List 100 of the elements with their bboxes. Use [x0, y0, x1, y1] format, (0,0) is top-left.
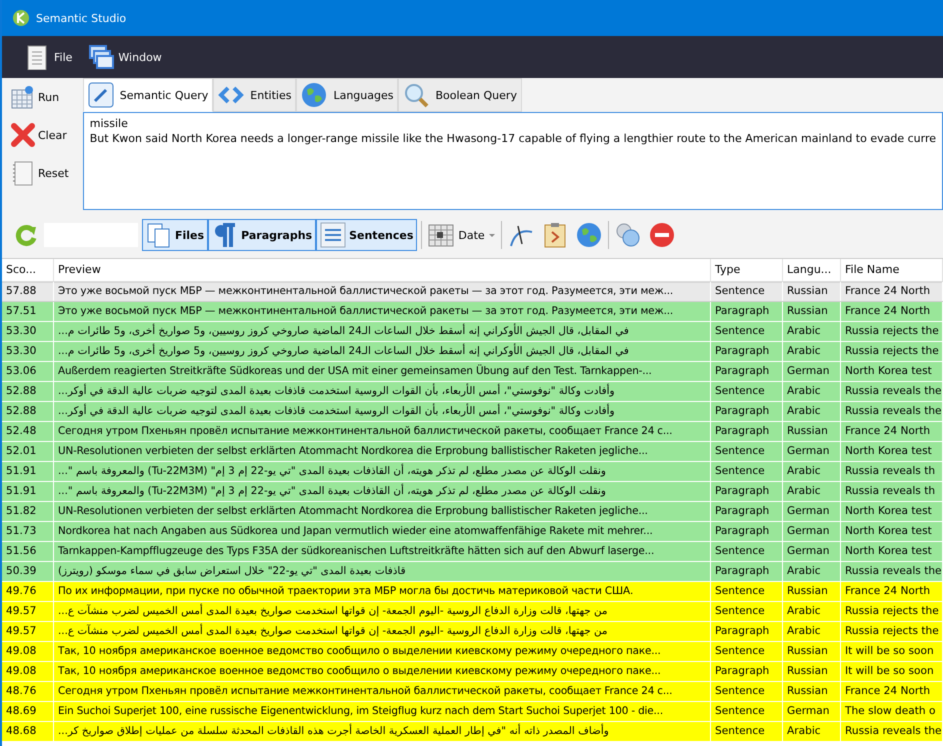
table-cell: Paragraph	[711, 342, 783, 361]
table-cell: 57.88	[2, 282, 54, 301]
table-cell: France 24 North	[841, 582, 943, 601]
table-cell: Paragraph	[711, 522, 783, 541]
table-cell: Sentence	[711, 322, 783, 341]
table-row[interactable]: 48.76 Сегодня утром Пхеньян провёл испытание межконтинентальной баллистической ракеты, сообщает France 24 с... Sentence Russian France 24 North	[2, 682, 943, 702]
table-cell: Russian	[783, 302, 841, 321]
cross-icon	[10, 122, 36, 148]
table-cell: Arabic	[783, 602, 841, 621]
toggle-button[interactable]: Sentences	[316, 219, 418, 251]
table-cell: Sentence	[711, 282, 783, 301]
table-cell: Russian	[783, 282, 841, 301]
table-cell: Arabic	[783, 322, 841, 341]
table-cell: Sentence	[711, 642, 783, 661]
table-cell: Sentence	[711, 602, 783, 621]
table-cell: 51.82	[2, 502, 54, 521]
toggle-button[interactable]: Files	[142, 219, 208, 251]
table-cell: The slow death o	[841, 702, 943, 721]
table-cell: 51.91	[2, 462, 54, 481]
clear-button[interactable]: Clear	[8, 118, 74, 152]
grid-icon	[428, 222, 454, 248]
table-cell: UN-Resolutionen verbieten der selbst erklärten Atommacht Nordkorea die Erprobung ballistischer Raketen jegliche...	[54, 502, 711, 521]
table-cell: ...في المقابل، قال الجيش الأوكراني إنه أسقط خلال الساعات الـ24 الماضية صاروخي كروز روسيين، و5 صواريخ أخرى، و5 طائرات م	[54, 322, 711, 341]
table-cell: Sentence	[711, 462, 783, 481]
table-cell: Paragraph	[711, 622, 783, 641]
table-cell: Außerdem reagierten Streitkräfte Südkoreas und der USA mit einer gemeinsamen Übung auf den Test. Tarnkappen-...	[54, 362, 711, 381]
table-cell: ..." والمعروفة باسم (Tu-22M3M) "ونقلت الوكالة عن مصدر مطلع، لم تذكر هويته، أن القاذفات بعيدة المدى "تي يو-22 إم 3 إم	[54, 462, 711, 481]
table-cell: Сегодня утром Пхеньян провёл испытание межконтинентальной баллистической ракеты, сообщает France 24 с...	[54, 422, 711, 441]
table-cell: 53.30	[2, 322, 54, 341]
table-cell: ...في المقابل، قال الجيش الأوكراني إنه أسقط خلال الساعات الـ24 الماضية صاروخي كروز روسيين، و5 صواريخ أخرى، و5 طائرات م	[54, 342, 711, 361]
table-cell: Arabic	[783, 402, 841, 421]
table-cell: 52.88	[2, 382, 54, 401]
logo-icon	[12, 9, 30, 27]
table-cell: It will be so soon	[841, 662, 943, 681]
table-cell: Sentence	[711, 542, 783, 561]
table-cell: Arabic	[783, 622, 841, 641]
table-cell: German	[783, 542, 841, 561]
table-cell: 50.39	[2, 562, 54, 581]
table-row[interactable]: 52.48 Сегодня утром Пхеньян провёл испытание межконтинентальной баллистической ракеты, сообщает France 24 с... Paragraph Russian France 24 North	[2, 422, 943, 442]
table-row[interactable]: 57.88 Это уже восьмой пуск МБР — межконтинентальной баллистической ракеты — за этот год. Разумеется, эти меж... Sentence Russian France 24 North	[2, 282, 943, 302]
column-header[interactable]: Preview	[54, 259, 711, 281]
table-cell: Russian	[783, 422, 841, 441]
table-cell: It will be so soon	[841, 642, 943, 661]
table-cell: 49.57	[2, 622, 54, 641]
column-header[interactable]: File Name	[841, 259, 943, 281]
table-cell: Russia reveals the	[841, 562, 943, 581]
table-cell: Russia reveals th	[841, 482, 943, 501]
menu-item[interactable]: File	[22, 42, 74, 72]
windows-icon	[88, 44, 114, 70]
table-row[interactable]: 51.56 Tarnkappen-Kampfflugzeuge des Typs F35A der südkoreanischen Luftstreitkräfte hätten sich auf den Abwurf laserge... Sentence German North Korea test	[2, 542, 943, 562]
table-cell: 51.73	[2, 522, 54, 541]
search-icon	[403, 82, 430, 108]
caret-icon	[488, 234, 495, 236]
table-cell: Sentence	[711, 702, 783, 721]
table-row[interactable]: 53.06 Außerdem reagierten Streitkräfte Südkoreas und der USA mit einer gemeinsamen Übung auf den Test. Tarnkappen-... Paragraph German North Korea test	[2, 362, 943, 382]
table-row[interactable]: 48.69 Ein Suchoi Superjet 100, eine russische Eigenentwicklung, im Steigflug kurz nach dem Start Suchoi Superjet 100 - die... Sentence German The slow death o	[2, 702, 943, 722]
run-button[interactable]: Run	[8, 80, 74, 114]
table-row[interactable]: 49.08 Так, 10 ноября американское военное ведомство сообщило о выделении киевскому режиму очередного паке... Sentence Russian It will be so soon	[2, 642, 943, 662]
refresh-icon	[14, 223, 38, 247]
menu-item[interactable]: Window	[86, 42, 164, 72]
globe-icon	[301, 82, 328, 108]
column-header[interactable]: Type	[711, 259, 783, 281]
column-header[interactable]: Langu...	[783, 259, 841, 281]
table-cell: Sentence	[711, 722, 783, 741]
table-row[interactable]: 57.51 Это уже восьмой пуск МБР — межконтинентальной баллистической ракеты — за этот год. Разумеется, эти меж... Paragraph Russian France 24 North	[2, 302, 943, 322]
tab[interactable]: Languages	[296, 78, 398, 112]
query-field[interactable]: missile But Kwon said North Korea needs a longer-range missile like the Hwasong-17 capable of flying a lengthier route to the American mainland to evade curre	[82, 112, 943, 210]
table-cell: 52.48	[2, 422, 54, 441]
table-row[interactable]: 49.76 По их информации, при пуске по обычной траектории эта МБР могла бы достичь материковой части США. Sentence Russian France 24 North	[2, 582, 943, 602]
calendar-icon	[10, 84, 36, 110]
table-cell: 48.76	[2, 682, 54, 701]
pencil-icon	[88, 82, 114, 108]
toggle-button[interactable]: Paragraphs	[208, 219, 316, 251]
bubbles-icon	[614, 222, 641, 248]
reset-button[interactable]: Reset	[8, 156, 74, 190]
table-cell: UN-Resolutionen verbieten der selbst erklärten Atommacht Nordkorea die Erprobung ballistischer Raketen jegliche...	[54, 442, 711, 461]
table-cell: Paragraph	[711, 562, 783, 581]
table-row[interactable]: 52.01 UN-Resolutionen verbieten der selbst erklärten Atommacht Nordkorea die Erprobung ballistischer Raketen jegliche... Sentence German North Korea test	[2, 442, 943, 462]
table-cell: France 24 North	[841, 422, 943, 441]
table-cell: Russian	[783, 642, 841, 661]
table-cell: По их информации, при пуске по обычной траектории эта МБР могла бы достичь материковой части США.	[54, 582, 711, 601]
table-cell: German	[783, 442, 841, 461]
table-cell: Russian	[783, 662, 841, 681]
table-cell: Так, 10 ноября американское военное ведомство сообщило о выделении киевскому режиму очередного паке...	[54, 662, 711, 681]
table-cell: Paragraph	[711, 302, 783, 321]
table-cell: ...وأضاف المصدر ذاته أنه "في إطار العملية العسكرية الخاصة أجرت هذه القاذفات المحدثة سلسلة من عمليات إطلاق صواريخ كر	[54, 722, 711, 741]
table-cell: Paragraph	[711, 502, 783, 521]
sort-dropdown[interactable]: Date	[426, 220, 497, 250]
tab[interactable]: Entities	[213, 78, 296, 112]
table-cell: North Korea test	[841, 522, 943, 541]
table-cell: Это уже восьмой пуск МБР — межконтинентальной баллистической ракеты — за этот год. Разумеется, эти меж...	[54, 302, 711, 321]
table-cell: North Korea test	[841, 442, 943, 461]
tab[interactable]: Boolean Query	[398, 78, 522, 112]
tab[interactable]: Semantic Query	[82, 78, 214, 112]
table-row[interactable]: 51.73 Nordkorea hat nach Angaben aus Südkorea und Japan vermutlich wieder eine atomwaffenfähige Rakete mit mehrer... Paragraph German North Korea test	[2, 522, 943, 542]
table-row[interactable]: 49.08 Так, 10 ноября американское военное ведомство сообщило о выделении киевскому режиму очередного паке... Paragraph Russian It will be so soon	[2, 662, 943, 682]
table-row[interactable]: 51.82 UN-Resolutionen verbieten der selbst erklärten Atommacht Nordkorea die Erprobung ballistischer Raketen jegliche... Paragraph German North Korea test	[2, 502, 943, 522]
column-header[interactable]: Sco...	[2, 259, 54, 281]
table-cell: German	[783, 522, 841, 541]
table-cell: 49.76	[2, 582, 54, 601]
